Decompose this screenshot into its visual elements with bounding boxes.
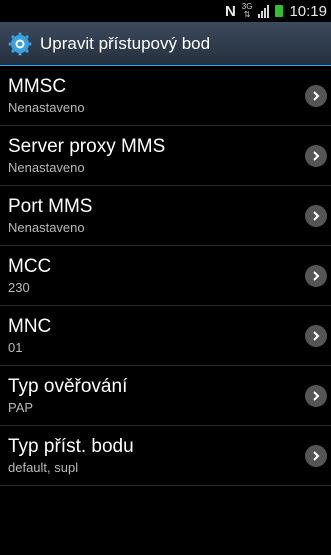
setting-value: default, supl xyxy=(8,460,79,475)
setting-mnc[interactable]: MNC 01 xyxy=(0,306,331,366)
gear-icon xyxy=(8,32,32,55)
network-type-label: 3G xyxy=(241,2,253,11)
setting-mms-proxy-server[interactable]: Server proxy MMS Nenastaveno xyxy=(0,126,331,186)
setting-mmsc[interactable]: MMSC Nenastaveno xyxy=(0,66,331,126)
setting-value: Nenastaveno xyxy=(8,220,85,235)
setting-label: Port MMS xyxy=(8,196,93,217)
chevron-right-icon[interactable] xyxy=(305,204,327,227)
chevron-right-icon[interactable] xyxy=(305,264,327,287)
chevron-right-icon[interactable] xyxy=(305,144,327,167)
chevron-right-icon[interactable] xyxy=(305,444,327,467)
status-clock: 10:19 xyxy=(289,2,327,20)
setting-label: Typ příst. bodu xyxy=(8,436,134,457)
setting-mms-port[interactable]: Port MMS Nenastaveno xyxy=(0,186,331,246)
setting-value: Nenastaveno xyxy=(8,160,85,175)
battery-icon xyxy=(275,5,284,17)
chevron-right-icon[interactable] xyxy=(305,324,327,347)
setting-label: Server proxy MMS xyxy=(8,136,166,157)
nfc-icon: N xyxy=(224,2,236,20)
setting-apn-type[interactable]: Typ příst. bodu default, supl xyxy=(0,426,331,486)
setting-value: 01 xyxy=(8,340,23,355)
setting-label: MMSC xyxy=(8,76,67,97)
setting-auth-type[interactable]: Typ ověřování PAP xyxy=(0,366,331,426)
setting-mcc[interactable]: MCC 230 xyxy=(0,246,331,306)
title-bar: Upravit přístupový bod xyxy=(0,22,331,66)
setting-label: MCC xyxy=(8,256,52,277)
setting-value: Nenastaveno xyxy=(8,100,85,115)
status-bar: N 3G ⇅ 10:19 xyxy=(0,0,331,22)
setting-value: PAP xyxy=(8,400,34,415)
network-3g-icon: 3G ⇅ xyxy=(241,2,253,19)
setting-label: Typ ověřování xyxy=(8,376,128,397)
setting-label: MNC xyxy=(8,316,52,337)
page-title: Upravit přístupový bod xyxy=(40,33,211,53)
setting-value: 230 xyxy=(8,280,30,295)
settings-list: MMSC Nenastaveno Server proxy MMS Nenast… xyxy=(0,66,331,486)
signal-icon xyxy=(258,4,270,18)
chevron-right-icon[interactable] xyxy=(305,384,327,407)
chevron-right-icon[interactable] xyxy=(305,84,327,107)
